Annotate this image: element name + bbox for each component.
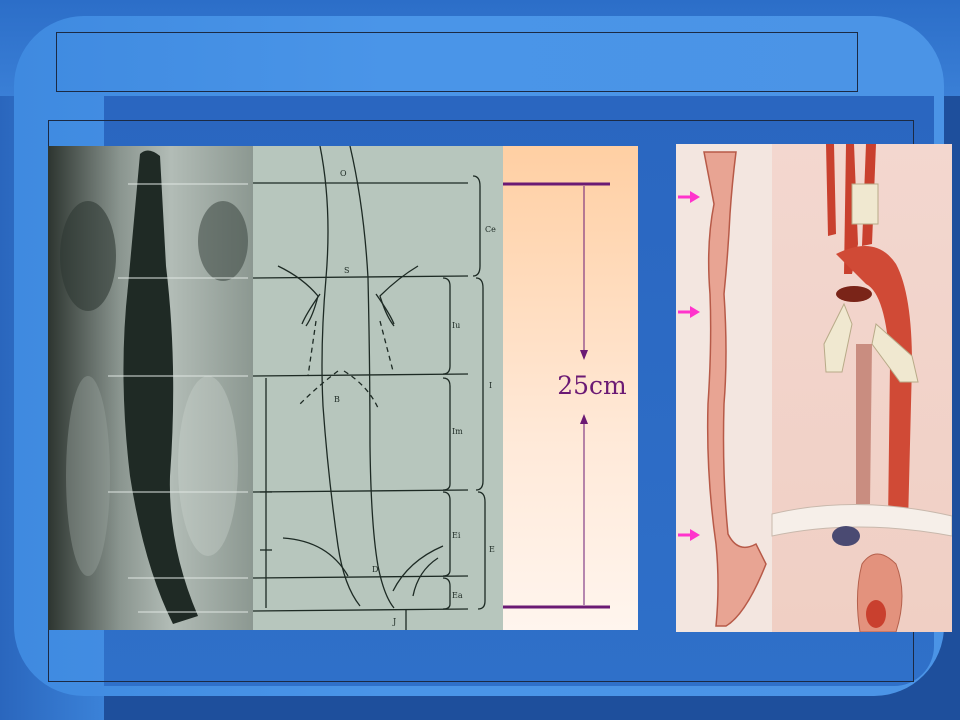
label-j: J <box>392 617 396 626</box>
right-arrow-icon <box>678 306 700 318</box>
label-i: I <box>489 381 492 390</box>
label-im: Im <box>452 427 463 436</box>
title-placeholder[interactable] <box>56 32 858 92</box>
label-iu: Iu <box>452 321 460 330</box>
label-b: B <box>334 395 340 404</box>
esophagus-segments-figure: O S B D J Ce Iu Im Ei Ea I E 25cm <box>48 146 638 630</box>
right-arrow-icon <box>678 191 700 203</box>
label-o: O <box>340 169 347 178</box>
arrow-markers <box>678 191 700 541</box>
esophagus-line-diagram <box>252 146 503 630</box>
label-ce: Ce <box>485 225 496 234</box>
label-ei: Ei <box>452 531 461 540</box>
esophagus-anatomy-illustration <box>676 144 952 632</box>
right-arrow-icon <box>678 529 700 541</box>
label-e: E <box>489 545 495 554</box>
label-s: S <box>344 266 349 275</box>
measurement-label: 25cm <box>557 371 627 400</box>
label-ea: Ea <box>452 591 463 600</box>
label-d: D <box>372 565 378 574</box>
barium-radiograph <box>48 146 253 630</box>
